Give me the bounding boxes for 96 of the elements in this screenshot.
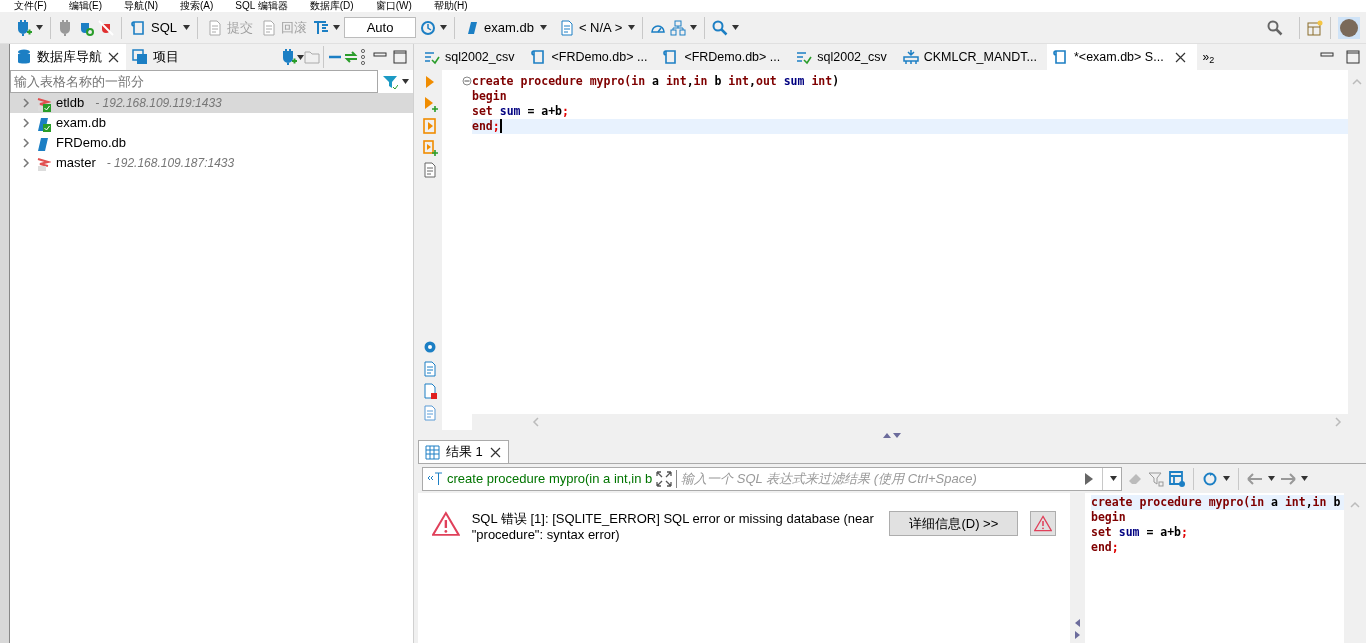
text-icon [427,470,443,487]
editor-tab[interactable]: CKMLCR_MANDT... [896,44,1047,70]
execution-plan-icon[interactable] [422,162,438,178]
caret-icon[interactable] [1268,476,1275,481]
settings-icon[interactable] [422,339,438,355]
variables-icon[interactable] [422,405,438,421]
warning-icon [1034,515,1053,532]
run-script-new-tab-icon[interactable] [422,140,438,156]
menu-item[interactable]: 搜索(A) [180,0,214,12]
forward-arrow-icon[interactable] [1280,470,1296,487]
editor-tab[interactable]: <FRDemo.db> ... [524,44,658,70]
close-icon[interactable] [488,445,502,459]
editor-tab[interactable]: sql2002_csv [790,44,897,70]
error-log-button[interactable] [1030,511,1056,536]
expand-icon[interactable] [656,470,673,487]
caret-icon[interactable] [183,25,190,30]
script-icon [1052,49,1069,65]
transaction-mode-field[interactable]: Auto [344,17,416,38]
close-icon[interactable] [107,50,120,64]
refresh-icon[interactable] [1202,470,1218,487]
menu-item[interactable]: 导航(N) [124,0,158,12]
panel-tab[interactable]: 数据库导航 [10,44,126,70]
panel-settings-icon[interactable] [1169,470,1185,487]
server-connection-icon [35,155,51,172]
server-connection-icon [35,95,51,112]
datasource-selector[interactable]: exam.db [462,16,536,39]
link-icon[interactable] [343,49,359,65]
caret-icon[interactable] [440,25,447,30]
avatar-icon[interactable] [1338,16,1360,39]
sash-arrows-icon[interactable] [1075,619,1080,639]
editor-tab[interactable]: <FRDemo.db> ... [657,44,791,70]
details-button[interactable]: 详细信息(D) >> [889,511,1019,536]
schema-selector[interactable]: < N/A > [556,16,625,39]
run-script-icon[interactable] [422,118,438,134]
tree-item[interactable]: master - 192.168.109.187:1433 [10,153,413,173]
tree-item[interactable]: FRDemo.db [10,133,413,153]
tree-item[interactable]: etldb - 192.168.109.119:1433 [10,93,413,113]
more-tabs-button[interactable]: »$_{2}$ [1202,48,1215,66]
caret-icon[interactable] [1301,476,1308,481]
filter-icon[interactable] [1148,470,1164,487]
search-icon[interactable] [712,19,729,36]
plug-add-icon[interactable] [281,49,297,65]
caret-icon[interactable] [628,25,636,30]
menu-item[interactable]: 数据库(D) [309,0,354,12]
maximize-icon[interactable] [1346,50,1360,64]
menu-item[interactable]: 文件(F) [14,0,47,12]
table-filter-field[interactable]: 输入表格名称的一部分 [10,70,378,93]
menu-item[interactable]: 帮助(H) [433,0,468,12]
caret-icon[interactable] [732,25,740,30]
caret-icon[interactable] [36,25,43,30]
disconnect-icon[interactable] [98,19,114,36]
script-check-icon [796,49,813,65]
caret-icon[interactable] [297,54,304,60]
menu-item[interactable]: SQL 编辑器 [235,0,288,12]
caret-icon[interactable] [690,25,698,30]
maximize-icon[interactable] [393,50,407,64]
query-text-panel: create procedure mypro(in a int,in b begin set sum = a+b; end; [1085,493,1344,643]
editor-tab[interactable]: sql2002_csv [418,44,525,70]
close-icon[interactable] [1173,50,1187,64]
back-arrow-icon[interactable] [1247,470,1263,487]
sql-editor-button[interactable]: SQL [129,16,179,39]
caret-icon[interactable] [1110,476,1117,481]
table-icon [902,49,919,65]
plug-add-icon[interactable] [16,19,32,36]
apply-filter-icon[interactable] [1083,471,1095,486]
caret-icon[interactable] [402,79,409,84]
database-file-icon [35,115,51,132]
export-icon[interactable] [422,361,438,377]
error-message: SQL 错误 [1]: [SQLITE_ERROR] SQL error or missing database (near "procedure": syntax error) [471,511,875,543]
database-file-icon [35,135,51,152]
caret-icon[interactable] [333,25,340,30]
menu-item[interactable]: 编辑(E) [68,0,103,12]
history-icon[interactable] [420,19,436,36]
sql-icon [131,19,147,36]
document-icon[interactable] [558,19,575,36]
panel-tab[interactable]: 项目 [126,44,185,70]
menu-item[interactable]: 窗口(W) [375,0,412,12]
caret-icon[interactable] [1223,476,1230,481]
database-icon [16,49,32,65]
search-icon[interactable] [1267,19,1283,36]
format-icon[interactable] [313,19,329,36]
script-check-icon [424,49,440,65]
caret-icon[interactable] [539,25,547,30]
results-tab[interactable]: 结果 1 [418,440,509,463]
run-new-tab-icon[interactable] [422,96,438,112]
collapse-icon[interactable] [462,76,472,86]
more-icon[interactable] [359,49,367,65]
project-icon [132,49,148,65]
grid-icon [425,444,440,460]
perspective-icon[interactable] [1307,19,1323,36]
script-icon [530,49,547,65]
file-error-icon[interactable] [422,383,438,399]
sash-arrows-icon[interactable] [883,431,901,439]
tree-item[interactable]: exam.db [10,113,413,133]
editor-tab[interactable]: *<exam.db> S... [1046,44,1197,70]
warning-icon [432,511,460,537]
